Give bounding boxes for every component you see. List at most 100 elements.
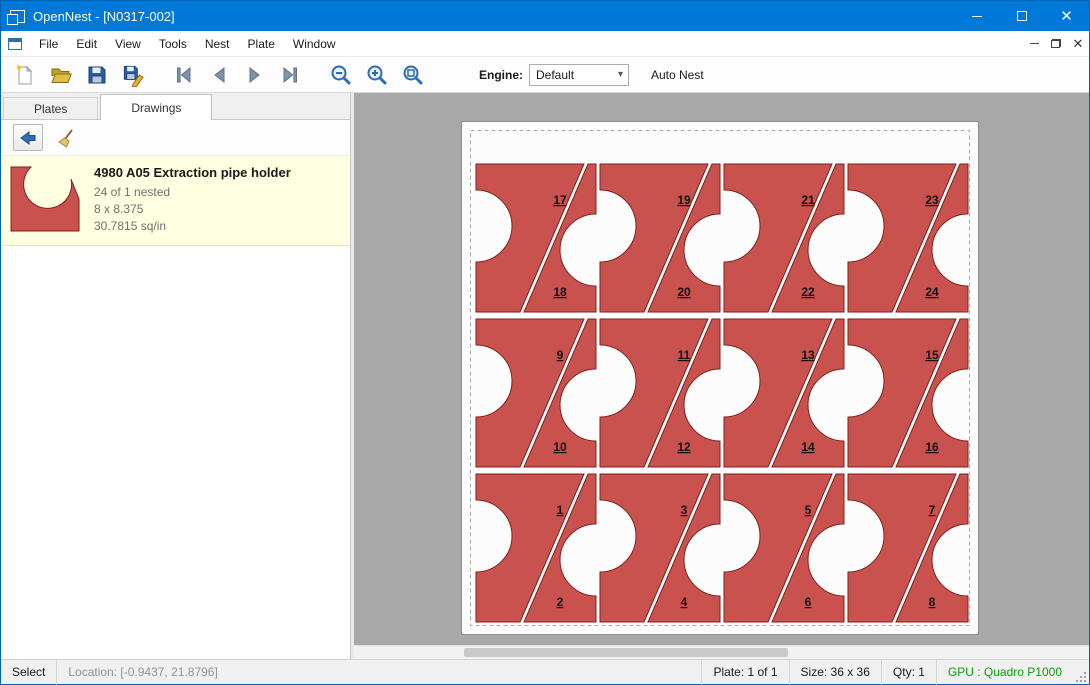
zoom-in-icon	[365, 63, 389, 87]
part-number-label: 17	[553, 193, 567, 207]
part-pair: 13 14	[724, 319, 844, 467]
engine-combobox[interactable]: Default ▾	[529, 64, 629, 86]
part-pair: 21 22	[724, 164, 844, 312]
menu-item-window[interactable]: Window	[284, 31, 345, 57]
maximize-icon	[1017, 11, 1027, 21]
auto-nest-button[interactable]: Auto Nest	[651, 68, 704, 82]
part-number-label: 16	[925, 440, 939, 454]
tab-drawings[interactable]: Drawings	[100, 94, 212, 120]
new-button[interactable]	[7, 60, 43, 90]
part-number-label: 10	[553, 440, 567, 454]
tab-plates[interactable]: Plates	[3, 97, 98, 119]
save-as-icon	[121, 63, 145, 87]
clean-button[interactable]	[51, 124, 81, 151]
part-number-label: 6	[805, 595, 812, 609]
part-pair: 23 24	[848, 164, 968, 312]
part-number-label: 9	[557, 348, 564, 362]
part-number-label: 22	[801, 285, 815, 299]
part-number-label: 11	[678, 348, 691, 362]
part-pair: 7 8	[848, 474, 968, 622]
plate-sheet: 17 18 19 20 21 22	[461, 121, 979, 635]
zoom-in-button[interactable]	[359, 60, 395, 90]
status-mode: Select	[1, 660, 57, 685]
part-pair: 17 18	[476, 164, 596, 312]
zoom-fit-button[interactable]	[395, 60, 431, 90]
engine-label: Engine:	[479, 68, 523, 82]
mdi-minimize-icon	[1030, 43, 1039, 44]
nest-layout: 17 18 19 20 21 22	[462, 122, 978, 634]
part-number-label: 8	[929, 595, 936, 609]
drawings-toolbar	[1, 120, 350, 156]
go-last-icon	[279, 63, 303, 87]
main-toolbar: Engine: Default ▾ Auto Nest	[1, 57, 1089, 93]
part-number-label: 3	[681, 503, 688, 517]
menu-item-edit[interactable]: Edit	[67, 31, 106, 57]
send-back-button[interactable]	[13, 124, 43, 151]
minimize-icon	[972, 16, 982, 17]
close-button[interactable]: ✕	[1044, 1, 1089, 31]
part-pair: 9 10	[476, 319, 596, 467]
go-previous-button[interactable]	[201, 60, 237, 90]
part-number-label: 1	[557, 503, 564, 517]
drawing-area: 30.7815 sq/in	[94, 218, 291, 235]
title-bar: OpenNest - [N0317-002] ✕	[1, 1, 1089, 31]
part-number-label: 13	[801, 348, 815, 362]
go-next-button[interactable]	[237, 60, 273, 90]
side-panel: Plates Drawings	[1, 93, 351, 659]
new-document-icon	[13, 63, 37, 87]
mdi-close-button[interactable]: ✕	[1067, 34, 1089, 54]
menu-item-file[interactable]: File	[30, 31, 67, 57]
part-pair: 19 20	[600, 164, 720, 312]
menu-item-plate[interactable]: Plate	[239, 31, 284, 57]
resize-grip[interactable]	[1073, 660, 1089, 685]
go-previous-icon	[207, 63, 231, 87]
go-first-icon	[171, 63, 195, 87]
nest-canvas[interactable]: 17 18 19 20 21 22	[354, 93, 1089, 659]
clean-broom-icon	[56, 128, 76, 148]
save-icon	[85, 63, 109, 87]
mdi-child-icon	[8, 38, 22, 50]
menu-item-tools[interactable]: Tools	[150, 31, 196, 57]
drawing-list-item[interactable]: 4980 A05 Extraction pipe holder 24 of 1 …	[1, 156, 350, 246]
status-bar: Select Location: [-0.9437, 21.8796] Plat…	[1, 659, 1089, 684]
horizontal-scrollbar[interactable]	[354, 645, 1089, 659]
go-first-button[interactable]	[165, 60, 201, 90]
chevron-down-icon: ▾	[618, 69, 623, 80]
part-number-label: 14	[801, 440, 815, 454]
drawing-list-empty-area	[1, 246, 350, 659]
go-last-button[interactable]	[273, 60, 309, 90]
part-number-label: 18	[553, 285, 567, 299]
menu-item-nest[interactable]: Nest	[196, 31, 239, 57]
horizontal-scrollbar-thumb[interactable]	[464, 648, 787, 657]
status-location: Location: [-0.9437, 21.8796]	[57, 660, 228, 685]
resize-grip-icon	[1075, 671, 1087, 683]
open-folder-icon	[49, 63, 73, 87]
zoom-out-button[interactable]	[323, 60, 359, 90]
mdi-restore-icon	[1051, 39, 1061, 48]
drawing-dimensions: 8 x 8.375	[94, 201, 291, 218]
engine-value: Default	[536, 68, 574, 82]
mdi-restore-button[interactable]	[1045, 34, 1067, 54]
status-qty: Qty: 1	[881, 660, 936, 685]
menu-item-view[interactable]: View	[106, 31, 150, 57]
panel-tabstrip: Plates Drawings	[1, 93, 350, 120]
go-next-icon	[243, 63, 267, 87]
part-pair: 5 6	[724, 474, 844, 622]
part-number-label: 4	[681, 595, 688, 609]
save-button[interactable]	[79, 60, 115, 90]
zoom-out-icon	[329, 63, 353, 87]
menu-bar: File Edit View Tools Nest Plate Window ✕	[1, 31, 1089, 57]
part-pair: 1 2	[476, 474, 596, 622]
status-gpu: GPU : Quadro P1000	[936, 660, 1073, 685]
close-icon: ✕	[1060, 9, 1073, 24]
mdi-close-icon: ✕	[1073, 37, 1084, 50]
maximize-button[interactable]	[999, 1, 1044, 31]
app-icon	[10, 10, 25, 23]
part-number-label: 19	[677, 193, 691, 207]
mdi-minimize-button[interactable]	[1023, 34, 1045, 54]
open-button[interactable]	[43, 60, 79, 90]
save-as-button[interactable]	[115, 60, 151, 90]
part-number-label: 5	[805, 503, 812, 517]
minimize-button[interactable]	[954, 1, 999, 31]
drawing-info: 4980 A05 Extraction pipe holder 24 of 1 …	[94, 165, 291, 235]
